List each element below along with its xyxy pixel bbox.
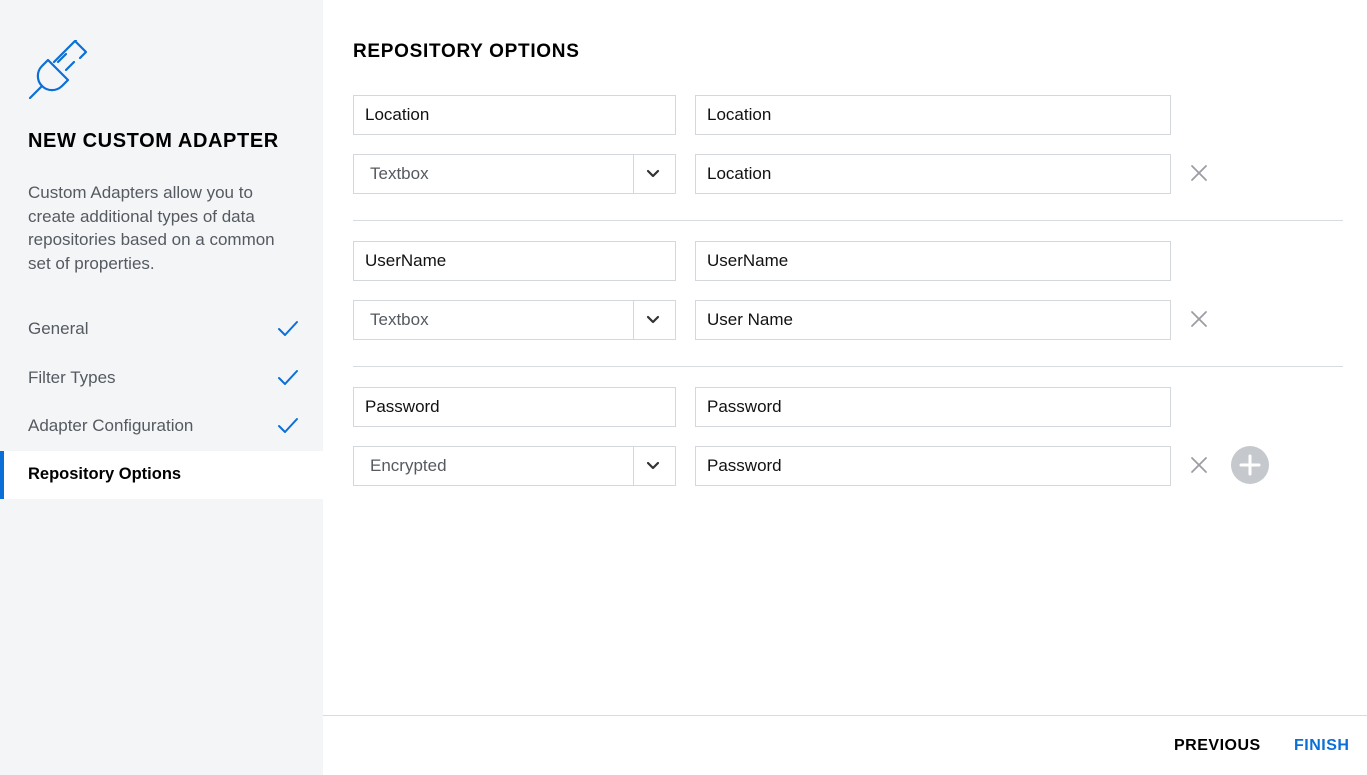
option-display-name-input[interactable]: User Name bbox=[695, 300, 1171, 340]
option-name-input[interactable]: Location bbox=[353, 95, 676, 135]
wizard-steps: General Filter Types Adapter Configurati… bbox=[0, 305, 323, 499]
option-name-input[interactable]: UserName bbox=[353, 241, 676, 281]
select-value: Encrypted bbox=[370, 456, 447, 475]
divider bbox=[353, 366, 1343, 367]
plug-icon bbox=[28, 40, 88, 100]
step-filter-types[interactable]: Filter Types bbox=[0, 354, 323, 403]
select-value: Textbox bbox=[370, 164, 429, 183]
chevron-down-icon[interactable] bbox=[645, 460, 661, 472]
chevron-down-icon[interactable] bbox=[645, 314, 661, 326]
finish-button[interactable]: FINISH bbox=[1294, 737, 1349, 755]
option-label-input[interactable]: UserName bbox=[695, 241, 1171, 281]
option-type-select[interactable]: Textbox bbox=[353, 154, 676, 194]
close-icon[interactable] bbox=[1189, 455, 1209, 475]
chevron-down-icon[interactable] bbox=[645, 168, 661, 180]
close-icon[interactable] bbox=[1189, 163, 1209, 183]
check-icon bbox=[278, 321, 298, 337]
sidebar: NEW CUSTOM ADAPTER Custom Adapters allow… bbox=[0, 0, 323, 775]
step-label: Filter Types bbox=[28, 367, 116, 387]
option-display-name-input[interactable]: Location bbox=[695, 154, 1171, 194]
select-divider bbox=[633, 447, 634, 485]
main-content: REPOSITORY OPTIONS Location Location Tex… bbox=[323, 0, 1367, 775]
option-label-input[interactable]: Location bbox=[695, 95, 1171, 135]
option-type-select[interactable]: Encrypted bbox=[353, 446, 676, 486]
step-label: Repository Options bbox=[28, 465, 182, 484]
select-divider bbox=[633, 301, 634, 339]
step-repository-options[interactable]: Repository Options bbox=[0, 450, 323, 499]
page-title: REPOSITORY OPTIONS bbox=[353, 41, 580, 62]
select-divider bbox=[633, 155, 634, 193]
check-icon bbox=[278, 418, 298, 434]
footer: PREVIOUS FINISH bbox=[323, 715, 1367, 775]
select-value: Textbox bbox=[370, 310, 429, 329]
close-icon[interactable] bbox=[1189, 309, 1209, 329]
option-display-name-input[interactable]: Password bbox=[695, 446, 1171, 486]
add-option-button[interactable] bbox=[1231, 446, 1269, 484]
step-label: General bbox=[28, 319, 89, 339]
previous-button[interactable]: PREVIOUS bbox=[1174, 737, 1261, 755]
option-type-select[interactable]: Textbox bbox=[353, 300, 676, 340]
check-icon bbox=[278, 369, 298, 385]
divider bbox=[353, 220, 1343, 221]
step-adapter-configuration[interactable]: Adapter Configuration bbox=[0, 402, 323, 451]
sidebar-title: NEW CUSTOM ADAPTER bbox=[28, 130, 279, 152]
step-general[interactable]: General bbox=[0, 305, 323, 354]
option-name-input[interactable]: Password bbox=[353, 387, 676, 427]
option-label-input[interactable]: Password bbox=[695, 387, 1171, 427]
step-label: Adapter Configuration bbox=[28, 416, 194, 436]
sidebar-description: Custom Adapters allow you to create addi… bbox=[28, 183, 275, 273]
plus-icon bbox=[1239, 454, 1261, 476]
